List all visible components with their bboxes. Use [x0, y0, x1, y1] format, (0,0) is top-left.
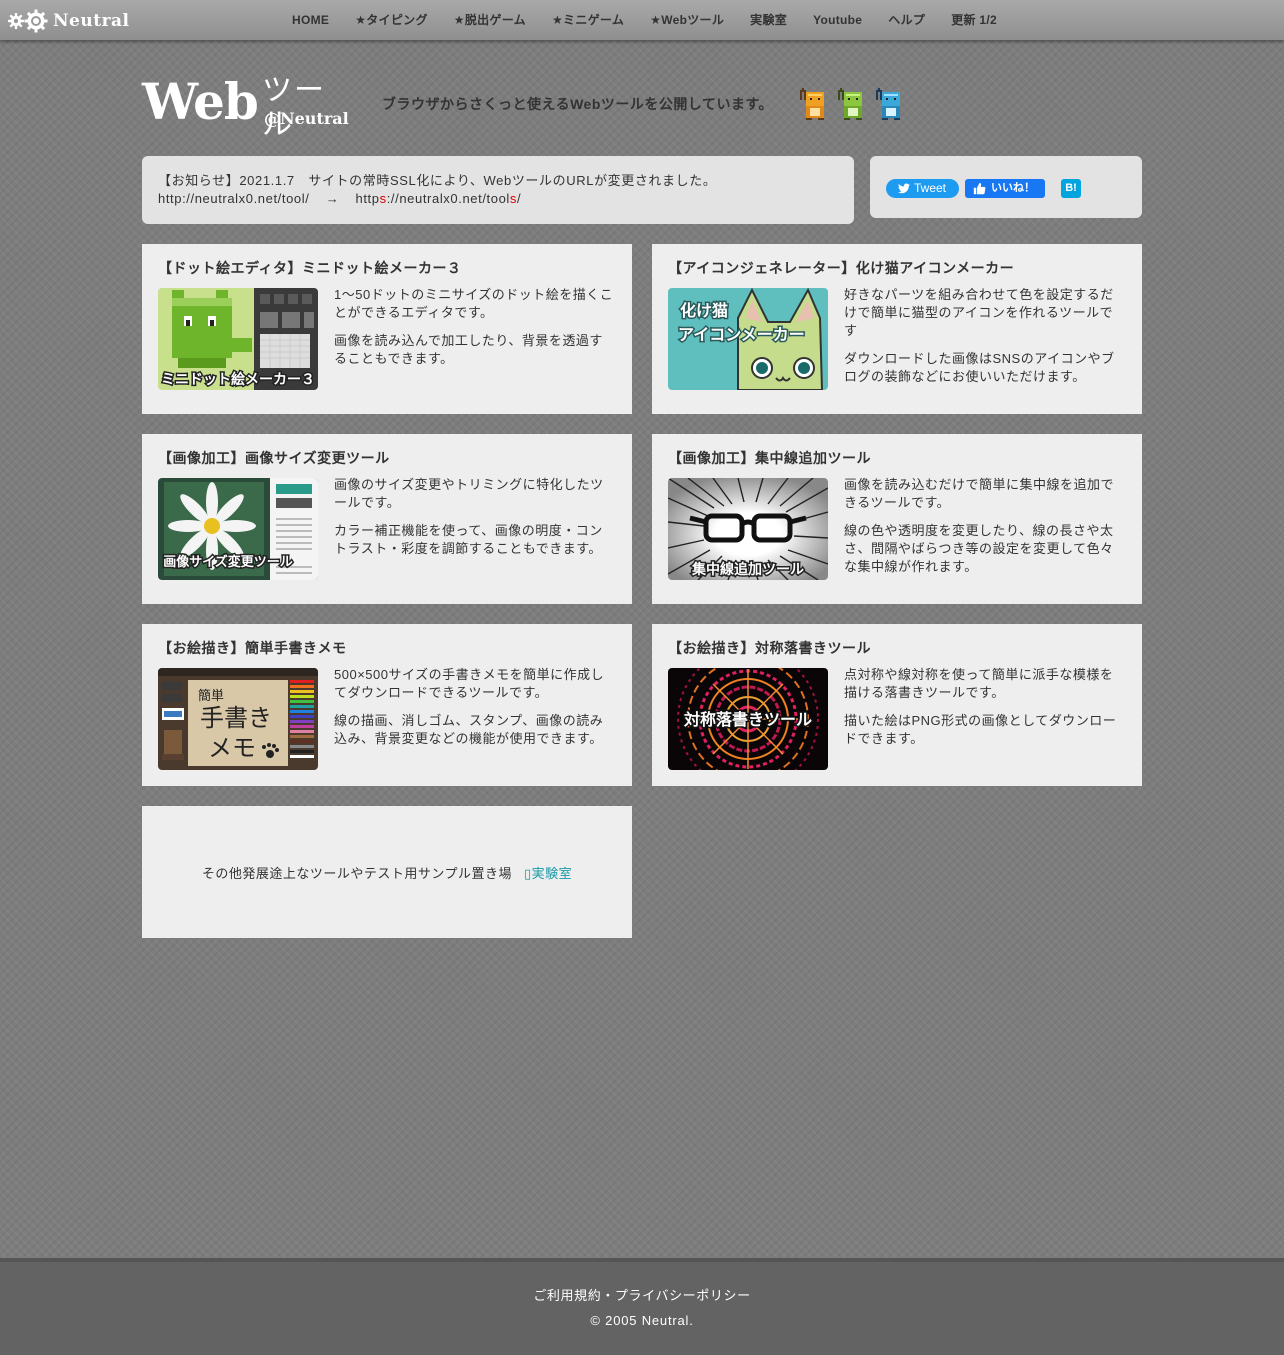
tool-card-image-resize[interactable]: 【画像加工】画像サイズ変更ツール 画像サイズ変更ツール 画像のサイズ変更やトリミ… [142, 434, 632, 604]
top-navigation-bar: Neutral HOME ★タイピング ★脱出ゲーム ★ミニゲーム ★Webツー… [0, 0, 1284, 40]
card-description: 1～50ドットのミニサイズのドット絵を描くことができるエディタです。 画像を読み… [334, 287, 614, 366]
cat-icon-maker-thumbnail[interactable]: 化け猫 アイコンメーカー [668, 288, 828, 390]
thumb-label-1: 簡単 [198, 688, 224, 704]
thumb-label: ミニドット絵メーカー３ [161, 371, 315, 388]
gear-logo-icon [8, 9, 48, 33]
symmetry-doodle-thumbnail[interactable]: 対称落書きツール [668, 668, 828, 770]
logo-at-neutral-text: @Neutral [264, 109, 349, 128]
site-logo-link[interactable]: Neutral [8, 8, 130, 34]
nav-home[interactable]: HOME [279, 0, 342, 40]
thumb-label: 対称落書きツール [683, 710, 812, 729]
page-footer: ご利用規約・プライバシーポリシー © 2005 Neutral. [0, 1258, 1284, 1355]
notice-url-line: http://neutralx0.net/tool/ → https://neu… [158, 190, 838, 208]
tool-card-cat-icon-maker[interactable]: 【アイコンジェネレーター】化け猫アイコンメーカー 化け猫 アイコンメーカー 好き… [652, 244, 1142, 414]
tool-card-symmetry-doodle[interactable]: 【お絵描き】対称落書きツール 対称落書きツール 点対称や線対称を使って簡単に派手… [652, 624, 1142, 786]
logo-web-text: Web [142, 72, 259, 131]
tweet-button[interactable]: Tweet [886, 179, 959, 198]
notice-line: 【お知らせ】2021.1.7 サイトの常時SSL化により、WebツールのURLが… [158, 173, 717, 188]
tool-card-handwritten-memo[interactable]: 【お絵描き】簡単手書きメモ 簡単 手書き メモ 500×500サイズの手書きメモ… [142, 624, 632, 786]
card-title[interactable]: 【画像加工】画像サイズ変更ツール [158, 450, 616, 466]
thumbs-up-icon [973, 182, 986, 195]
nav-typing[interactable]: ★タイピング [342, 0, 441, 40]
nav-youtube[interactable]: Youtube [800, 0, 875, 40]
old-url: http://neutralx0.net/tool/ [158, 191, 310, 206]
card-description: 好きなパーツを組み合わせて色を設定するだけで簡単に猫型のアイコンを作れるツールで… [844, 287, 1115, 384]
lab-link[interactable]: ▯実験室 [524, 866, 572, 881]
new-url: https://neutralx0.net/tools/ [355, 191, 522, 206]
thumb-label-1: 化け猫 [680, 301, 728, 320]
like-label: いいね！ [991, 182, 1035, 194]
page-header: Web ツール @Neutral ブラウザからさくっと使えるWebツールを公開し… [142, 70, 1142, 142]
mascot-characters [796, 88, 906, 122]
lab-description: その他発展途上なツールやテスト用サンプル置き場 ▯実験室 [201, 866, 573, 881]
nav-updates[interactable]: 更新 1/2 [938, 0, 1010, 40]
page-tagline: ブラウザからさくっと使えるWebツールを公開しています。 [382, 96, 774, 112]
card-title[interactable]: 【アイコンジェネレーター】化け猫アイコンメーカー [668, 260, 1126, 276]
blue-mascot-icon [876, 88, 900, 120]
notice-box: 【お知らせ】2021.1.7 サイトの常時SSL化により、WebツールのURLが… [142, 156, 854, 224]
thumb-label: 集中線追加ツール [691, 561, 804, 578]
site-brand-text: Neutral [53, 11, 130, 31]
card-description: 点対称や線対称を使って簡単に派手な模様を描ける落書きツールです。 描いた絵はPN… [844, 667, 1117, 746]
lab-card: その他発展途上なツールやテスト用サンプル置き場 ▯実験室 [142, 806, 632, 938]
hatena-bookmark-button[interactable]: B! [1061, 179, 1081, 198]
tool-card-speed-lines[interactable]: 【画像加工】集中線追加ツール 集中線追加ツール 画像を読み込むだけで簡単に集中線… [652, 434, 1142, 604]
card-title[interactable]: 【お絵描き】簡単手書きメモ [158, 640, 616, 656]
main-nav: HOME ★タイピング ★脱出ゲーム ★ミニゲーム ★Webツール 実験室 Yo… [279, 0, 1010, 40]
orange-mascot-icon [800, 88, 824, 120]
nav-mini-game[interactable]: ★ミニゲーム [539, 0, 637, 40]
card-title[interactable]: 【お絵描き】対称落書きツール [668, 640, 1126, 656]
card-description: 画像を読み込むだけで簡単に集中線を追加できるツールです。 線の色や透明度を変更し… [844, 477, 1115, 574]
green-mascot-icon [838, 88, 862, 120]
tool-card-dot-editor[interactable]: 【ドット絵エディタ】ミニドット絵メーカー３ ミニドット絵メーカー３ 1～50ドッ… [142, 244, 632, 414]
copyright-text: © 2005 Neutral. [590, 1313, 694, 1328]
nav-lab[interactable]: 実験室 [737, 0, 800, 40]
tweet-label: Tweet [914, 181, 947, 195]
facebook-like-button[interactable]: いいね！ [965, 179, 1045, 198]
terms-privacy-link[interactable]: ご利用規約・プライバシーポリシー [0, 1285, 1284, 1304]
speed-lines-thumbnail[interactable]: 集中線追加ツール [668, 478, 828, 580]
web-tool-logo[interactable]: Web ツール @Neutral [142, 72, 352, 142]
url-arrow: → [325, 191, 340, 206]
nav-escape-game[interactable]: ★脱出ゲーム [441, 0, 539, 40]
link-icon: ▯ [523, 866, 532, 881]
thumb-label-3: メモ [208, 734, 256, 762]
dot-editor-thumbnail[interactable]: ミニドット絵メーカー３ [158, 288, 318, 390]
thumb-label-2: 手書き [200, 704, 272, 732]
card-title[interactable]: 【ドット絵エディタ】ミニドット絵メーカー３ [158, 260, 616, 276]
card-description: 画像のサイズ変更やトリミングに特化したツールです。 カラー補正機能を使って、画像… [334, 477, 604, 556]
social-share-box: Tweet いいね！ B! [870, 156, 1142, 218]
card-description: 500×500サイズの手書きメモを簡単に作成してダウンロードできるツールです。 … [334, 667, 605, 746]
handwritten-memo-thumbnail[interactable]: 簡単 手書き メモ [158, 668, 318, 770]
twitter-bird-icon [898, 183, 910, 194]
thumb-label: 画像サイズ変更ツール [163, 554, 293, 570]
thumb-label-2: アイコンメーカー [678, 325, 805, 344]
nav-help[interactable]: ヘルプ [875, 0, 938, 40]
logo-tool-text: ツール [262, 73, 326, 142]
nav-web-tool[interactable]: ★Webツール [637, 0, 737, 40]
image-resize-thumbnail[interactable]: 画像サイズ変更ツール [158, 478, 318, 580]
card-title[interactable]: 【画像加工】集中線追加ツール [668, 450, 1126, 466]
